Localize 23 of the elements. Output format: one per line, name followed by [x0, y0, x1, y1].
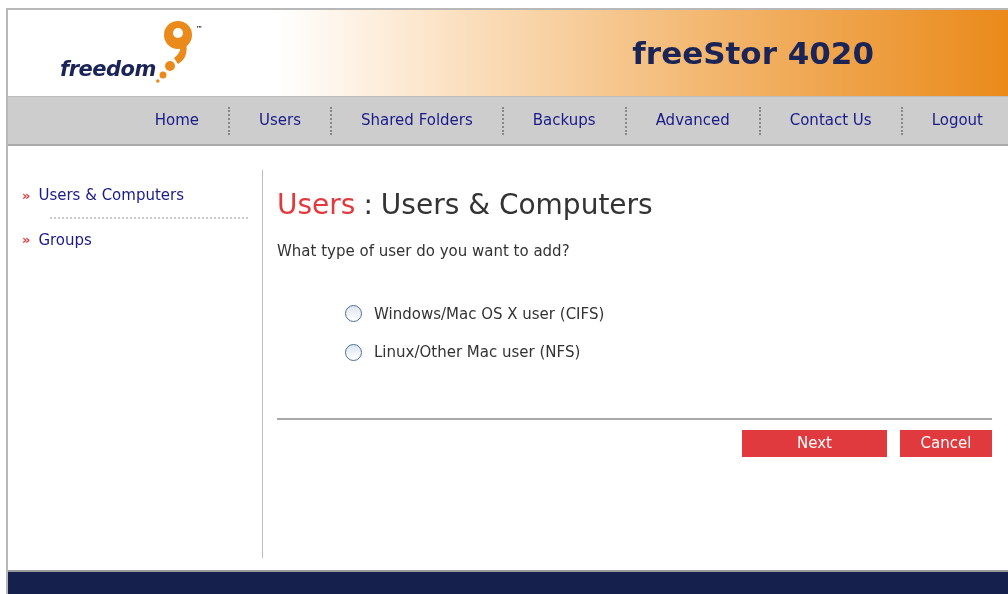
logo-text: freedom	[60, 56, 156, 83]
nav-link[interactable]: Shared Folders	[348, 109, 486, 132]
option-label: Linux/Other Mac user (NFS)	[374, 342, 581, 363]
nav-link[interactable]: Logout	[918, 109, 996, 132]
next-button[interactable]: Next	[742, 429, 887, 457]
option-label: Windows/Mac OS X user (CIFS)	[374, 303, 605, 325]
radio-button[interactable]	[345, 343, 362, 361]
section-title: Users	[277, 187, 356, 223]
nav-link[interactable]: Home	[141, 109, 213, 132]
radio-button[interactable]	[345, 305, 362, 323]
nav-link[interactable]: Users	[246, 109, 315, 132]
page-title: Users & Computers	[380, 187, 653, 223]
bullet-mark: »	[22, 231, 31, 249]
nav-link[interactable]: Advanced	[642, 109, 743, 132]
nav-link[interactable]: Contact Us	[776, 109, 885, 132]
bullet-mark: »	[22, 186, 31, 205]
product-title: freeStor 4020	[632, 33, 874, 73]
title-separator: :	[363, 187, 373, 223]
sidebar-link[interactable]: Groups	[38, 228, 92, 251]
nav-link[interactable]: Backups	[519, 109, 609, 132]
sidebar-link[interactable]: Users & Computers	[38, 184, 185, 207]
cancel-button[interactable]: Cancel	[900, 429, 992, 457]
question-text: What type of user do you want to add?	[277, 241, 571, 262]
